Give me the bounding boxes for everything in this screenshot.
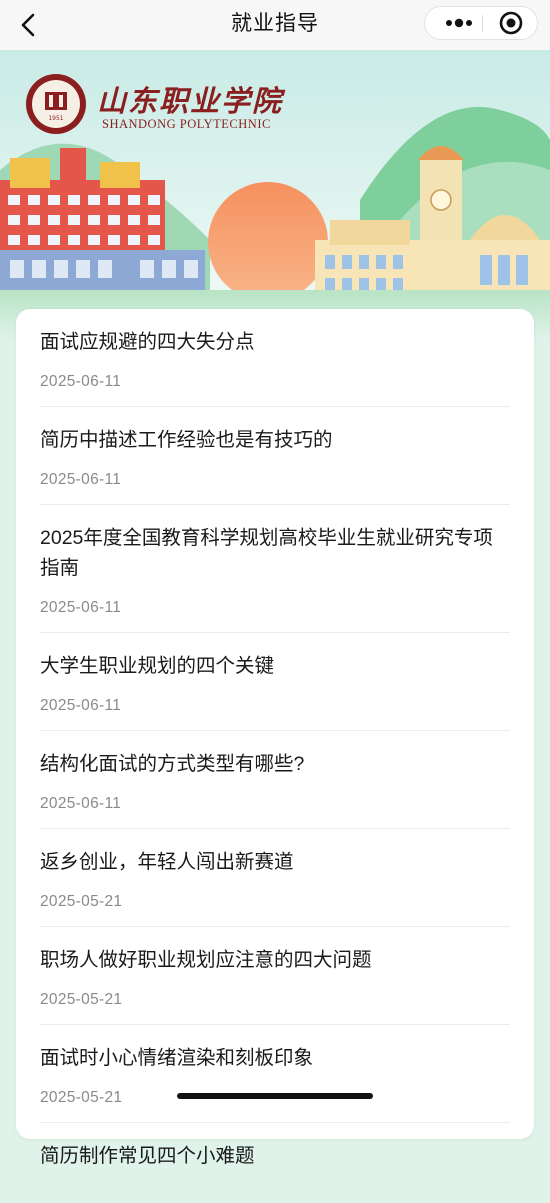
article-date: 2025-06-11 <box>40 697 122 714</box>
article-title: 大学生职业规划的四个关键 <box>40 655 275 677</box>
article-date: 2025-06-11 <box>40 795 122 812</box>
article-date: 2025-06-11 <box>40 599 122 616</box>
more-dots-icon <box>446 18 472 28</box>
school-name-cn: 山东职业学院 <box>97 84 284 118</box>
article-title: 简历中描述工作经验也是有技巧的 <box>40 429 333 451</box>
article-date: 2025-06-11 <box>40 471 122 488</box>
article-date: 2025-06-11 <box>40 373 122 390</box>
mini-program-capsule <box>424 6 538 40</box>
navigation-bar: 就业指导 <box>0 0 550 50</box>
home-indicator[interactable] <box>177 1093 373 1099</box>
article-title: 结构化面试的方式类型有哪些? <box>40 753 305 775</box>
school-logo: 1951 山东职业学院 SHANDONG POLYTECHNIC <box>24 72 284 142</box>
article-list: 面试应规避的四大失分点 2025-06-11 简历中描述工作经验也是有技巧的 2… <box>16 309 534 1203</box>
article-list-card: 面试应规避的四大失分点 2025-06-11 简历中描述工作经验也是有技巧的 2… <box>16 309 534 1167</box>
list-item[interactable]: 返乡创业，年轻人闯出新赛道 2025-05-21 <box>16 829 534 927</box>
article-title: 职场人做好职业规划应注意的四大问题 <box>40 949 372 971</box>
svg-text:1951: 1951 <box>48 115 63 122</box>
list-item[interactable]: 面试应规避的四大失分点 2025-06-11 <box>16 309 534 407</box>
school-name-en: SHANDONG POLYTECHNIC <box>102 117 271 131</box>
list-item[interactable]: 面试时小心情绪渲染和刻板印象 2025-05-21 <box>16 1025 534 1123</box>
article-title: 2025年度全国教育科学规划高校毕业生就业研究专项指南 <box>40 527 493 579</box>
list-item[interactable]: 简历中描述工作经验也是有技巧的 2025-06-11 <box>16 407 534 505</box>
capsule-divider <box>482 15 483 32</box>
school-banner: 1951 山东职业学院 SHANDONG POLYTECHNIC <box>0 50 550 340</box>
list-item[interactable]: 职场人做好职业规划应注意的四大问题 2025-05-21 <box>16 927 534 1025</box>
article-date <box>40 1187 510 1203</box>
list-item[interactable]: 结构化面试的方式类型有哪些? 2025-06-11 <box>16 731 534 829</box>
close-button[interactable] <box>487 7 535 39</box>
list-item[interactable]: 大学生职业规划的四个关键 2025-06-11 <box>16 633 534 731</box>
school-seal-icon: 1951 <box>26 74 86 134</box>
article-title: 面试时小心情绪渲染和刻板印象 <box>40 1047 314 1069</box>
more-button[interactable] <box>437 7 481 39</box>
article-title: 面试应规避的四大失分点 <box>40 331 255 353</box>
article-title: 返乡创业，年轻人闯出新赛道 <box>40 851 294 873</box>
article-date: 2025-05-21 <box>40 991 123 1008</box>
list-item[interactable]: 2025年度全国教育科学规划高校毕业生就业研究专项指南 2025-06-11 <box>16 505 534 633</box>
article-title: 简历制作常见四个小难题 <box>40 1145 255 1167</box>
list-item[interactable]: 简历制作常见四个小难题 <box>16 1123 534 1203</box>
target-close-icon <box>499 11 523 35</box>
article-date: 2025-05-21 <box>40 893 123 910</box>
